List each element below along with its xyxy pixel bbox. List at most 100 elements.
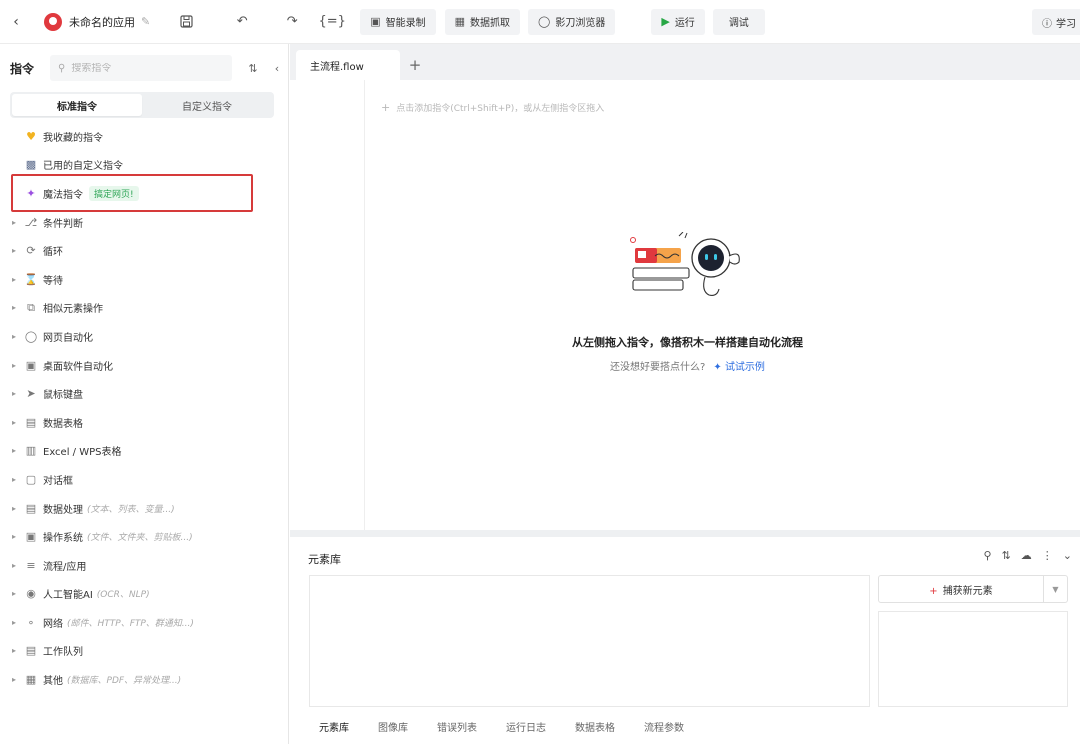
- search-input[interactable]: [71, 62, 212, 74]
- smart-record-button[interactable]: ▣ 智能录制: [360, 8, 436, 35]
- instruction-group[interactable]: ▸ ▦ 其他 (数据库、PDF、异常处理...): [0, 665, 288, 694]
- add-instruction-hint[interactable]: + 点击添加指令(Ctrl+Shift+P)，或从左侧指令区拖入: [381, 101, 604, 114]
- instruction-groups: ▸ ⎇ 条件判断 ▸ ⟳ 循环 ▸ ⌛ 等待 ▸ ⧉ 相似元素操作 ▸ ◯ 网页自动化 ▸ ▣ 桌面软件自动化 ▸ ➤…: [0, 208, 288, 694]
- chevron-right-icon[interactable]: ▸: [12, 303, 24, 312]
- bottom-tab[interactable]: 元素库: [319, 719, 349, 734]
- chevron-right-icon[interactable]: ▸: [12, 532, 24, 541]
- bottom-tab[interactable]: 图像库: [378, 719, 408, 734]
- chevron-right-icon[interactable]: ▸: [12, 475, 24, 484]
- system-icon: ▣: [25, 530, 37, 544]
- chevron-right-icon[interactable]: ▸: [12, 589, 24, 598]
- try-example-label: 试试示例: [724, 362, 765, 373]
- panel-divider[interactable]: [290, 530, 1080, 537]
- more-icon[interactable]: ⋮: [1042, 549, 1053, 562]
- chevron-right-icon[interactable]: ▸: [12, 646, 24, 655]
- sort-icon[interactable]: ⇅: [244, 62, 262, 75]
- data-scrape-button[interactable]: ▦ 数据抓取: [444, 8, 521, 35]
- chevron-right-icon[interactable]: ▸: [12, 218, 24, 227]
- bottom-tab[interactable]: 流程参数: [644, 719, 684, 734]
- back-icon[interactable]: ‹: [2, 8, 30, 36]
- chevron-right-icon[interactable]: ▸: [12, 618, 24, 627]
- chevron-down-icon[interactable]: ▼: [1043, 576, 1067, 602]
- instruction-group[interactable]: ▸ ⧉ 相似元素操作: [0, 294, 288, 323]
- panel-title: 指令: [10, 61, 35, 76]
- excel-icon: ▥: [25, 444, 37, 458]
- instruction-group[interactable]: ▸ ▤ 数据表格: [0, 408, 288, 437]
- chevron-right-icon[interactable]: ▸: [12, 446, 24, 455]
- help-button[interactable]: ⓘ 学习: [1032, 9, 1080, 35]
- list-item-favorites[interactable]: ♥ 我收藏的指令: [0, 122, 288, 151]
- bottom-tab[interactable]: 数据表格: [575, 719, 615, 734]
- tab-standard-instructions[interactable]: 标准指令: [12, 94, 142, 116]
- instruction-group-label: 数据表格: [43, 418, 83, 430]
- chevron-right-icon[interactable]: ▸: [12, 504, 24, 513]
- chevron-right-icon[interactable]: ▸: [12, 561, 24, 570]
- bottom-tab[interactable]: 运行日志: [506, 719, 546, 734]
- search-box[interactable]: ⚲: [50, 55, 232, 81]
- app-name[interactable]: 未命名的应用: [69, 14, 135, 30]
- variables-icon[interactable]: {=}: [318, 8, 346, 36]
- cloud-upload-icon[interactable]: ☁: [1021, 549, 1032, 562]
- instruction-group-label: 条件判断: [43, 218, 83, 230]
- element-list[interactable]: [309, 575, 870, 707]
- chevron-down-icon[interactable]: ⌄: [1063, 549, 1072, 562]
- hourglass-icon: ⌛: [24, 272, 38, 286]
- instruction-group[interactable]: ▸ ≡ 流程/应用: [0, 551, 288, 580]
- sparkle-icon: ✦: [713, 362, 722, 373]
- instruction-group[interactable]: ▸ ▥ Excel / WPS表格: [0, 437, 288, 466]
- cursor-icon: ➤: [26, 387, 36, 401]
- list-item-magic[interactable]: ✦ 魔法指令 搞定网页!: [0, 179, 288, 208]
- instruction-group[interactable]: ▸ ▤ 工作队列: [0, 637, 288, 666]
- browser-icon: ◯: [538, 15, 551, 28]
- chevron-right-icon[interactable]: ▸: [12, 389, 24, 398]
- run-button[interactable]: ▶ 运行: [651, 8, 705, 35]
- collapse-icon[interactable]: ‹: [268, 62, 286, 75]
- edit-icon[interactable]: ✎: [141, 15, 150, 28]
- debug-label: 调试: [728, 18, 749, 29]
- capture-element-button[interactable]: + 捕获新元素: [879, 582, 1043, 597]
- hint-text: 点击添加指令(Ctrl+Shift+P)，或从左侧指令区拖入: [396, 104, 605, 114]
- save-icon[interactable]: [172, 8, 200, 36]
- instruction-group-hint: (文件、文件夹、剪贴板...): [87, 533, 193, 544]
- element-preview: [878, 611, 1068, 707]
- instruction-group-label: 桌面软件自动化: [43, 361, 113, 373]
- instruction-group[interactable]: ▸ ⎇ 条件判断: [0, 208, 288, 237]
- instruction-group-label: 对话框: [43, 475, 73, 487]
- help-icon: ⓘ: [1042, 18, 1052, 30]
- search-icon[interactable]: ⚲: [984, 549, 992, 562]
- flow-canvas[interactable]: + 点击添加指令(Ctrl+Shift+P)，或从左侧指令区拖入 从左侧拖入指令，…: [295, 80, 1080, 530]
- instruction-group-label: 相似元素操作: [43, 304, 103, 316]
- chevron-right-icon[interactable]: ▸: [12, 418, 24, 427]
- try-example-link[interactable]: ✦ 试试示例: [713, 362, 765, 373]
- sort-icon[interactable]: ⇅: [1002, 549, 1011, 562]
- ai-icon: ◉: [26, 587, 36, 601]
- app-logo: [44, 12, 62, 31]
- instruction-group-label: 操作系统: [43, 533, 83, 545]
- instruction-group[interactable]: ▸ ∘ 网络 (邮件、HTTP、FTP、群通知...): [0, 608, 288, 637]
- chevron-right-icon[interactable]: ▸: [12, 275, 24, 284]
- instruction-group[interactable]: ▸ ⌛ 等待: [0, 265, 288, 294]
- instruction-group[interactable]: ▸ ▤ 数据处理 (文本、列表、变量...): [0, 494, 288, 523]
- redo-icon[interactable]: ↷: [278, 8, 306, 36]
- instruction-group[interactable]: ▸ ▢ 对话框: [0, 465, 288, 494]
- chevron-right-icon[interactable]: ▸: [12, 361, 24, 370]
- chevron-right-icon[interactable]: ▸: [12, 332, 24, 341]
- instruction-group[interactable]: ▸ ◉ 人工智能AI (OCR、NLP): [0, 580, 288, 609]
- instruction-group[interactable]: ▸ ⟳ 循环: [0, 236, 288, 265]
- chevron-right-icon[interactable]: ▸: [12, 675, 24, 684]
- tab-main-flow[interactable]: 主流程.flow: [296, 50, 400, 80]
- instruction-group-hint: (文本、列表、变量...): [87, 504, 175, 515]
- bottom-tab[interactable]: 错误列表: [437, 719, 477, 734]
- instruction-group[interactable]: ▸ ◯ 网页自动化: [0, 322, 288, 351]
- list-item-used-custom[interactable]: ▩ 已用的自定义指令: [0, 151, 288, 180]
- tab-custom-instructions[interactable]: 自定义指令: [142, 94, 272, 116]
- debug-button[interactable]: 调试: [712, 8, 765, 35]
- instruction-group[interactable]: ▸ ▣ 桌面软件自动化: [0, 351, 288, 380]
- chevron-right-icon[interactable]: ▸: [12, 246, 24, 255]
- undo-icon[interactable]: ↶: [228, 8, 256, 36]
- browser-button[interactable]: ◯ 影刀浏览器: [528, 8, 616, 35]
- empty-state-title: 从左侧拖入指令，像搭积木一样搭建自动化流程: [572, 336, 803, 349]
- instruction-group[interactable]: ▸ ▣ 操作系统 (文件、文件夹、剪贴板...): [0, 522, 288, 551]
- add-tab-icon[interactable]: +: [400, 50, 430, 80]
- instruction-group[interactable]: ▸ ➤ 鼠标键盘: [0, 379, 288, 408]
